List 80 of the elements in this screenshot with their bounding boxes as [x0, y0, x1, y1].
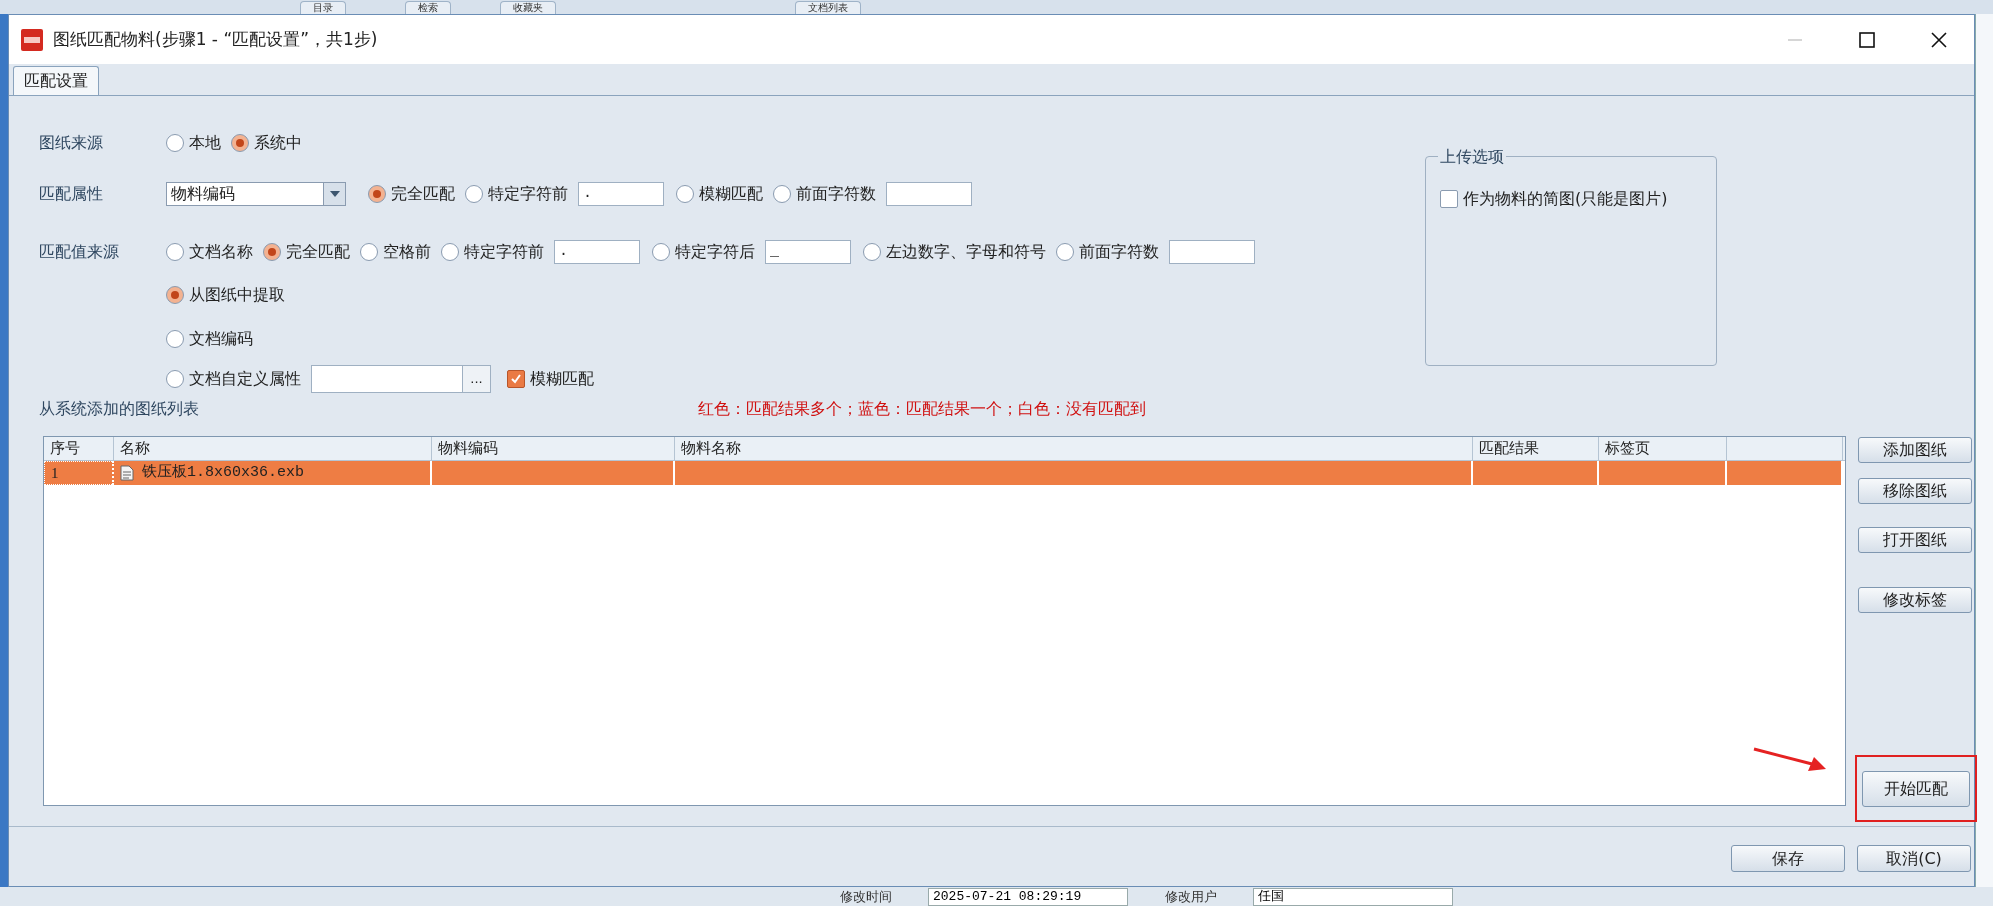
checkbox[interactable]: [1440, 190, 1458, 208]
maximize-icon[interactable]: [1858, 30, 1876, 49]
radio-button[interactable]: [1056, 243, 1074, 261]
radio-label[interactable]: 特定字符前: [464, 240, 544, 264]
dialog-button[interactable]: 取消(C): [1857, 845, 1971, 872]
dropdown[interactable]: 物料编码: [166, 182, 346, 206]
input-field[interactable]: .: [578, 182, 664, 206]
radio-label[interactable]: 左边数字、字母和符号: [886, 240, 1046, 264]
tab[interactable]: 匹配设置: [13, 66, 99, 95]
radio-label[interactable]: 前面字符数: [796, 182, 876, 206]
input-field[interactable]: [1169, 240, 1255, 264]
tab[interactable]: 检索: [405, 1, 451, 14]
input-field[interactable]: 任国: [1253, 888, 1453, 906]
radio-button[interactable]: [773, 185, 791, 203]
radio-button[interactable]: [368, 185, 386, 203]
column-header[interactable]: 名称: [114, 437, 432, 460]
input-field[interactable]: 2025-07-21 08:29:19: [928, 888, 1128, 906]
window-title: 图纸匹配物料(步骤1 - “匹配设置”，共1步): [53, 27, 378, 51]
radio-button[interactable]: [465, 185, 483, 203]
radio-label[interactable]: 文档名称: [189, 240, 253, 264]
column-header[interactable]: 匹配结果: [1473, 437, 1599, 460]
radio-label[interactable]: 从图纸中提取: [189, 283, 285, 307]
radio-button[interactable]: [231, 134, 249, 152]
radio-button[interactable]: [676, 185, 694, 203]
radio-button[interactable]: [441, 243, 459, 261]
input-field[interactable]: .: [554, 240, 640, 264]
tab[interactable]: 收藏夹: [500, 1, 556, 14]
checkbox-label[interactable]: 模糊匹配: [530, 367, 594, 391]
app-icon: [21, 28, 43, 51]
radio-button[interactable]: [166, 286, 184, 304]
radio-button[interactable]: [360, 243, 378, 261]
radio-label[interactable]: 本地: [189, 131, 221, 155]
input-field[interactable]: [311, 365, 463, 393]
checkbox-label[interactable]: 作为物料的简图(只能是图片): [1463, 187, 1668, 211]
column-header[interactable]: 物料名称: [675, 437, 1473, 460]
checkbox[interactable]: [507, 370, 525, 388]
input-field[interactable]: _: [765, 240, 851, 264]
column-header[interactable]: 标签页: [1599, 437, 1727, 460]
tab[interactable]: 目录: [300, 1, 346, 14]
radio-label[interactable]: 特定字符前: [488, 182, 568, 206]
radio-label[interactable]: 完全匹配: [391, 182, 455, 206]
field-label: 匹配值来源: [39, 242, 119, 261]
radio-button[interactable]: [166, 370, 184, 388]
radio-label[interactable]: 文档编码: [189, 327, 253, 351]
radio-label[interactable]: 前面字符数: [1079, 240, 1159, 264]
radio-button[interactable]: [166, 243, 184, 261]
table-cell: 1: [44, 461, 114, 485]
field-label: 修改时间: [840, 888, 892, 905]
radio-button[interactable]: [166, 134, 184, 152]
browse-button[interactable]: ...: [463, 365, 491, 393]
field-label: 图纸来源: [39, 133, 103, 152]
list-title: 从系统添加的图纸列表: [39, 398, 200, 420]
action-button[interactable]: 打开图纸: [1858, 527, 1972, 553]
radio-label[interactable]: 文档自定义属性: [189, 367, 301, 391]
field-label: 修改用户: [1165, 888, 1217, 905]
radio-button[interactable]: [863, 243, 881, 261]
tab[interactable]: 文档列表: [795, 1, 861, 14]
check-icon: [510, 373, 522, 385]
radio-label[interactable]: 模糊匹配: [699, 182, 763, 206]
dialog-button[interactable]: 保存: [1731, 845, 1845, 872]
close-icon[interactable]: [1930, 30, 1948, 49]
radio-button[interactable]: [263, 243, 281, 261]
radio-label[interactable]: 特定字符后: [675, 240, 755, 264]
action-button[interactable]: 添加图纸: [1858, 437, 1972, 463]
radio-button[interactable]: [652, 243, 670, 261]
action-button[interactable]: 移除图纸: [1858, 478, 1972, 504]
start-match-button[interactable]: 开始匹配: [1862, 771, 1970, 807]
radio-button[interactable]: [166, 330, 184, 348]
radio-label[interactable]: 系统中: [254, 131, 302, 155]
radio-label[interactable]: 空格前: [383, 240, 431, 264]
caret-icon: [329, 191, 340, 197]
color-legend: 红色：匹配结果多个；蓝色：匹配结果一个；白色：没有匹配到: [698, 397, 1146, 421]
radio-label[interactable]: 完全匹配: [286, 240, 350, 264]
document-icon: [120, 465, 134, 481]
action-button[interactable]: 修改标签: [1858, 587, 1972, 613]
column-header[interactable]: 序号: [44, 437, 114, 460]
file-name: 铁压板1.8x60x36.exb: [142, 462, 305, 483]
field-label: 匹配属性: [39, 184, 103, 203]
column-header[interactable]: 物料编码: [432, 437, 675, 460]
input-field[interactable]: [886, 182, 972, 206]
